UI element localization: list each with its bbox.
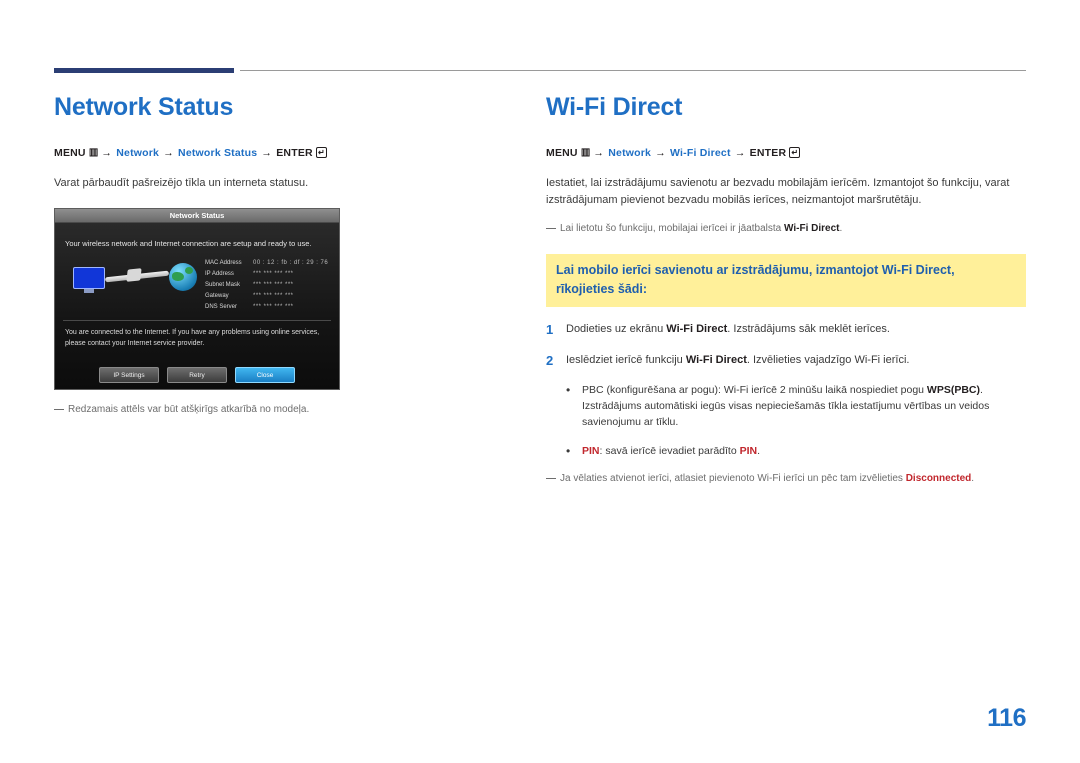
tv-button-close[interactable]: Close [235, 367, 295, 383]
menu-bars-icon: ▥ [88, 147, 99, 158]
display-icon [73, 267, 105, 293]
row-value: *** *** *** *** [253, 270, 294, 277]
bullet-suffix: . [757, 445, 761, 457]
row-key: Gateway [205, 292, 229, 299]
bullet-bold-lead: PIN [582, 445, 600, 457]
bullet-pin: • PIN: savā ierīcē ievadiet parādīto PIN… [546, 443, 1026, 459]
enter-label: ENTER [749, 147, 787, 159]
step-suffix: . Izvēlieties vajadzīgo Wi-Fi ierīci. [746, 354, 910, 366]
tv-divider [63, 320, 331, 321]
step-prefix: Ieslēdziet ierīcē funkciju [566, 354, 686, 366]
menu-item-wifi-direct: Wi-Fi Direct [670, 147, 731, 159]
note-bold-red: Disconnected [905, 473, 972, 484]
globe-icon [169, 263, 197, 291]
enter-key-icon: ↵ [315, 147, 327, 158]
table-row: Gateway *** *** *** *** [205, 290, 333, 301]
network-diagram [65, 259, 205, 305]
bullet-prefix: : savā ierīcē ievadiet parādīto [599, 445, 740, 457]
path-arrow-1: → [101, 147, 113, 159]
menu-item-network-status: Network Status [178, 147, 258, 159]
note-bold: Wi-Fi Direct [784, 223, 840, 234]
path-arrow-3: → [734, 147, 746, 159]
header-rule-line [240, 70, 1026, 71]
row-value: *** *** *** *** [253, 292, 294, 299]
step-1: 1 Dodieties uz ekrānu Wi-Fi Direct. Izst… [546, 321, 1026, 338]
header-rule-accent [54, 68, 234, 73]
path-arrow-3: → [261, 147, 273, 159]
table-row: MAC Address 00 : 12 : fb : df : 29 : 76 [205, 257, 333, 268]
path-arrow-2: → [655, 147, 666, 159]
page-number: 116 [987, 704, 1026, 732]
bullet-text: PIN: savā ierīcē ievadiet parādīto PIN. [582, 443, 1026, 459]
bullet-dot-icon: • [566, 444, 571, 458]
step-2: 2 Ieslēdziet ierīcē funkciju Wi-Fi Direc… [546, 352, 1026, 369]
bullet-prefix: PBC (konfigurēšana ar pogu): Wi-Fi ierīc… [582, 384, 927, 396]
highlight-instruction: Lai mobilo ierīci savienotu ar izstrādāj… [546, 254, 1026, 307]
note-prefix: Lai lietotu šo funkciju, mobilajai ierīc… [560, 223, 784, 234]
right-note-top: Lai lietotu šo funkciju, mobilajai ierīc… [546, 221, 1026, 236]
table-row: IP Address *** *** *** *** [205, 268, 333, 279]
note-prefix: Ja vēlaties atvienot ierīci, atlasiet pi… [560, 473, 906, 484]
step-number: 2 [546, 353, 554, 368]
step-bold: Wi-Fi Direct [685, 354, 747, 366]
row-value: *** *** *** *** [253, 303, 294, 310]
step-bold: Wi-Fi Direct [666, 323, 728, 335]
page-title-network-status: Network Status [54, 93, 234, 121]
table-row: Subnet Mask *** *** *** *** [205, 279, 333, 290]
row-key: DNS Server [205, 303, 238, 310]
menu-item-network: Network [116, 147, 160, 159]
enter-label: ENTER [276, 147, 313, 159]
step-prefix: Dodieties uz ekrānu [566, 323, 667, 335]
step-text: Dodieties uz ekrānu Wi-Fi Direct. Izstrā… [566, 321, 1026, 338]
tv-window-body: Your wireless network and Internet conne… [55, 223, 339, 389]
left-description: Varat pārbaudīt pašreizējo tīkla un inte… [54, 177, 309, 189]
bullet-text: PBC (konfigurēšana ar pogu): Wi-Fi ierīc… [582, 382, 1026, 430]
step-suffix: . Izstrādājums sāk meklēt ierīces. [727, 323, 890, 335]
tv-screenshot-network-status: Network Status Your wireless network and… [54, 208, 340, 390]
left-note: Redzamais attēls var būt atšķirīgs atkar… [54, 402, 514, 417]
menu-bars-icon: ▥ [580, 147, 591, 158]
tv-button-retry[interactable]: Retry [167, 367, 227, 383]
plug-icon [126, 268, 142, 282]
manual-page: Network Status MENU ▥ → Network → Networ… [0, 0, 1080, 763]
menu-path-wifi-direct: MENU ▥ → Network → Wi-Fi Direct → ENTER … [546, 146, 1026, 161]
path-arrow-2: → [163, 147, 174, 159]
step-number: 1 [546, 322, 554, 337]
tv-button-ip-settings[interactable]: IP Settings [99, 367, 159, 383]
page-title-wifi-direct: Wi-Fi Direct [546, 93, 683, 121]
left-column: Network Status MENU ▥ → Network → Networ… [54, 92, 514, 417]
note-suffix: . [971, 473, 975, 484]
enter-key-icon: ↵ [789, 147, 801, 158]
menu-item-network: Network [608, 147, 652, 159]
row-key: IP Address [205, 270, 234, 277]
menu-label: MENU [546, 147, 578, 159]
network-info-table: MAC Address 00 : 12 : fb : df : 29 : 76 … [205, 257, 333, 312]
tv-button-row: IP Settings Retry Close [55, 367, 339, 383]
right-column: Wi-Fi Direct MENU ▥ → Network → Wi-Fi Di… [546, 92, 1026, 486]
tv-ready-message: Your wireless network and Internet conne… [65, 239, 312, 248]
tv-window-titlebar: Network Status [55, 209, 339, 223]
row-key: Subnet Mask [205, 281, 241, 288]
menu-path-network-status: MENU ▥ → Network → Network Status → ENTE… [54, 146, 514, 161]
row-value: 00 : 12 : fb : df : 29 : 76 [253, 259, 329, 266]
menu-label: MENU [54, 147, 86, 159]
bullet-bold-red: PIN [739, 445, 758, 457]
step-text: Ieslēdziet ierīcē funkciju Wi-Fi Direct.… [566, 352, 1026, 369]
right-description: Iestatiet, lai izstrādājumu savienotu ar… [546, 177, 1010, 206]
table-row: DNS Server *** *** *** *** [205, 301, 333, 312]
bullet-pbc: • PBC (konfigurēšana ar pogu): Wi-Fi ier… [546, 382, 1026, 430]
tv-status-message: You are connected to the Internet. If yo… [65, 329, 320, 347]
path-arrow-1: → [593, 147, 605, 159]
bullet-bold: WPS(PBC) [926, 384, 981, 396]
row-value: *** *** *** *** [253, 281, 294, 288]
bullet-dot-icon: • [566, 383, 571, 397]
tv-window-title: Network Status [169, 211, 225, 220]
right-note-bottom: Ja vēlaties atvienot ierīci, atlasiet pi… [546, 471, 1026, 486]
note-suffix: . [839, 223, 843, 234]
row-key: MAC Address [205, 259, 242, 266]
